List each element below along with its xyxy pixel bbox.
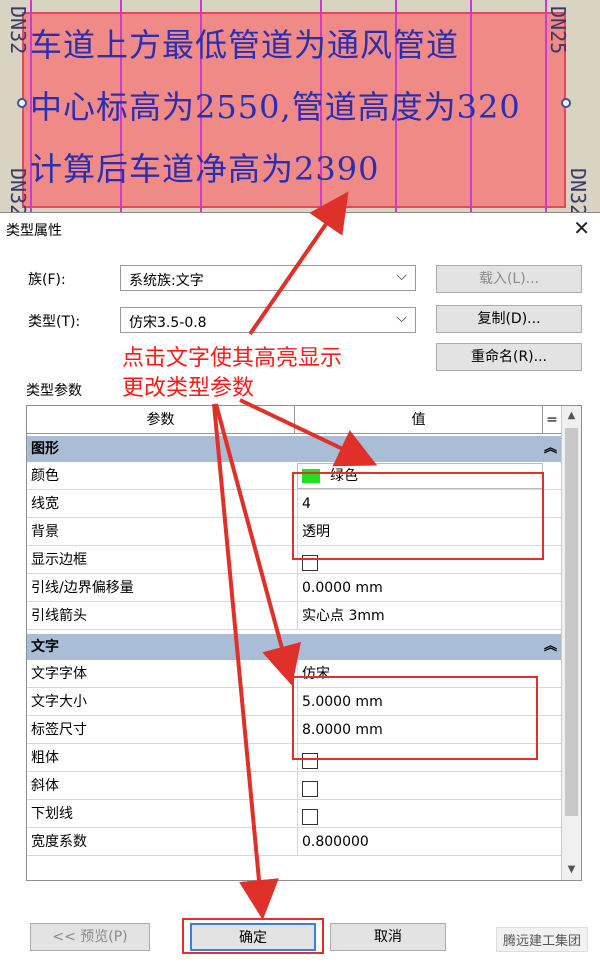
param-value[interactable]: 0.0000 mm: [297, 574, 561, 602]
param-name: 显示边框: [31, 552, 87, 568]
preview-button[interactable]: << 预览(P): [30, 923, 150, 951]
type-properties-dialog: 类型属性 ✕ 族(F): 系统族:文字 ⌵ 载入(L)... 类型(T): 仿宋…: [0, 212, 600, 965]
chevron-down-icon: ⌵: [396, 310, 407, 326]
note-text-line: 中心标高为2550,管道高度为320: [30, 88, 521, 126]
scroll-up-icon[interactable]: ▲: [562, 406, 581, 426]
param-row-underline[interactable]: 下划线: [27, 800, 561, 828]
title-bar: 类型属性 ✕: [0, 213, 600, 245]
family-select[interactable]: 系统族:文字 ⌵: [120, 265, 416, 291]
annotation-text: 点击文字使其高亮显示: [122, 346, 343, 371]
param-value[interactable]: 实心点 3mm: [297, 602, 561, 630]
group-text[interactable]: 文字 ︽: [27, 634, 561, 660]
header-eq[interactable]: =: [543, 406, 561, 434]
param-row-italic[interactable]: 斜体: [27, 772, 561, 800]
annotation-box-text: [292, 676, 538, 760]
chevron-down-icon: ⌵: [396, 268, 407, 284]
dialog-title: 类型属性: [6, 223, 62, 239]
close-icon[interactable]: ✕: [573, 217, 590, 239]
note-text-line: 车道上方最低管道为通风管道: [30, 26, 460, 64]
param-name: 文字大小: [31, 694, 87, 710]
param-row-width-factor[interactable]: 宽度系数 0.800000: [27, 828, 561, 856]
type-params-label: 类型参数: [26, 383, 82, 399]
group-graphics[interactable]: 图形 ︽: [27, 436, 561, 462]
rename-button[interactable]: 重命名(R)...: [436, 343, 582, 371]
param-name: 下划线: [31, 806, 73, 822]
type-value: 仿宋3.5-0.8: [129, 315, 207, 331]
annotation-box-ok: [182, 918, 324, 954]
scroll-down-icon[interactable]: ▼: [562, 860, 581, 880]
param-name: 标签尺寸: [31, 722, 87, 738]
param-row-leader-arrow[interactable]: 引线箭头 实心点 3mm: [27, 602, 561, 630]
family-label: 族(F):: [28, 272, 66, 288]
header-param[interactable]: 参数: [27, 406, 295, 434]
scroll-thumb[interactable]: [565, 428, 578, 816]
cancel-button[interactable]: 取消: [330, 923, 446, 951]
param-value[interactable]: 0.800000: [297, 828, 561, 856]
header-value[interactable]: 值: [295, 406, 543, 434]
vertical-scrollbar[interactable]: ▲ ▼: [561, 406, 581, 880]
param-name: 引线箭头: [31, 608, 87, 624]
group-label: 图形: [31, 441, 59, 457]
param-row-leader-offset[interactable]: 引线/边界偏移量 0.0000 mm: [27, 574, 561, 602]
param-name: 颜色: [31, 468, 59, 484]
pipe-tag: DN32: [6, 6, 30, 55]
duplicate-button[interactable]: 复制(D)...: [436, 305, 582, 333]
watermark-logo: 腾远建工集团: [495, 927, 588, 952]
annotation-box-graphics: [292, 472, 544, 560]
grid-header: 参数 值 =: [27, 406, 561, 434]
grip-handle[interactable]: [17, 98, 27, 108]
param-name: 宽度系数: [31, 834, 87, 850]
italic-checkbox[interactable]: [302, 781, 318, 797]
param-name: 斜体: [31, 778, 59, 794]
load-button[interactable]: 载入(L)...: [436, 265, 582, 293]
param-name: 粗体: [31, 750, 59, 766]
param-value-cell: [297, 772, 561, 800]
param-value-cell: [297, 800, 561, 828]
annotation-text: 更改类型参数: [122, 376, 255, 401]
drawing-canvas[interactable]: DN32 DN25 DN32 DN32 车道上方最低管道为通风管道 中心标高为2…: [0, 0, 600, 212]
grip-handle[interactable]: [561, 98, 571, 108]
family-value: 系统族:文字: [129, 273, 204, 289]
pipe-tag: DN25: [546, 6, 570, 55]
note-text-line: 计算后车道净高为2390: [30, 150, 380, 188]
pipe-tag: DN32: [6, 168, 30, 212]
pipe-tag: DN32: [566, 168, 590, 212]
param-name: 引线/边界偏移量: [31, 580, 134, 596]
param-name: 背景: [31, 524, 59, 540]
param-name: 线宽: [31, 496, 59, 512]
collapse-icon[interactable]: ︽: [544, 436, 557, 462]
group-label: 文字: [31, 639, 59, 655]
underline-checkbox[interactable]: [302, 809, 318, 825]
param-name: 文字字体: [31, 666, 87, 682]
type-select[interactable]: 仿宋3.5-0.8 ⌵: [120, 307, 416, 333]
type-label: 类型(T):: [28, 314, 81, 330]
collapse-icon[interactable]: ︽: [544, 634, 557, 660]
